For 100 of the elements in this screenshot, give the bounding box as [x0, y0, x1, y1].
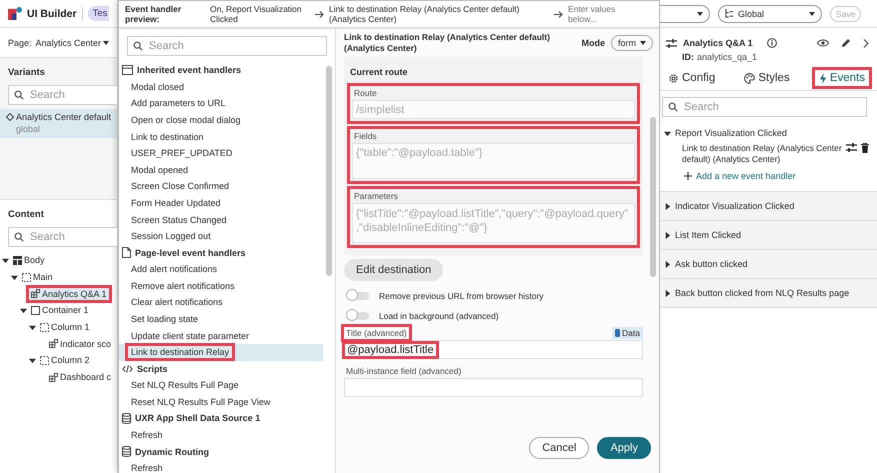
tree-item[interactable]: Body [11, 254, 47, 266]
plus-icon [684, 172, 692, 180]
handler-item[interactable]: Form Header Updated [119, 194, 323, 212]
tree-item[interactable]: Column 1 [38, 321, 92, 334]
data-tag[interactable]: Data [612, 327, 643, 339]
caret-down-icon[interactable] [11, 274, 18, 281]
tree-item[interactable]: Dashboard c [47, 371, 114, 384]
group-heading: Scripts [137, 364, 168, 374]
text-area[interactable]: {"table":"@payload.table"} [352, 143, 635, 179]
group-heading: UXR App Shell Data Source 1 [135, 413, 260, 424]
handler-item[interactable]: Modal opened [119, 161, 323, 178]
caret-down-icon [640, 40, 646, 44]
handler-item[interactable]: Remove alert notifications [119, 278, 323, 294]
event-name[interactable]: Indicator Visualization Clicked [675, 201, 794, 211]
handler-item[interactable]: Set loading state [119, 310, 323, 328]
scrollbar[interactable] [326, 66, 332, 276]
preview-step: Link to destination Relay (Analytics Center default) (Analytics Center) [329, 4, 549, 24]
handler-item[interactable]: Reset NLQ Results Full Page View [119, 394, 323, 410]
caret-down-icon[interactable] [29, 324, 36, 331]
handler-item[interactable]: Session Logged out [119, 228, 323, 244]
document-icon [122, 247, 131, 258]
toggle-switch[interactable] [347, 292, 369, 300]
mode-dropdown[interactable]: form [611, 34, 653, 50]
search-field[interactable]: Search [8, 85, 117, 105]
apply-button[interactable]: Apply [597, 437, 651, 459]
tree-item[interactable]: Column 2 [38, 354, 92, 366]
scope-dropdown[interactable]: Global [718, 4, 822, 22]
search-field[interactable]: Search [127, 36, 327, 56]
search-field[interactable]: Search [662, 97, 867, 117]
field-label: Parameters [353, 191, 399, 201]
handler-item[interactable]: Set NLQ Results Full Page [119, 377, 323, 394]
sliders-icon [666, 38, 677, 48]
sliders-icon[interactable] [846, 143, 857, 152]
event-name[interactable]: List Item Clicked [675, 230, 742, 240]
caret-right-icon[interactable] [664, 260, 671, 268]
dashed-square-icon [40, 322, 49, 332]
handler-item[interactable]: Update client state parameter [119, 327, 323, 344]
handler-item[interactable]: Refresh [119, 426, 323, 444]
cancel-button[interactable]: Cancel [529, 437, 590, 459]
preview-step: Enter values below... [568, 4, 638, 24]
event-handler[interactable]: Link to destination Relay (Analytics Center default) (Analytics Center) [682, 143, 842, 165]
text-field[interactable]: @payload.listTitle [344, 340, 643, 359]
handler-item[interactable]: Add alert notifications [119, 260, 323, 278]
handler-item[interactable]: Modal closed [119, 78, 323, 96]
workspace-label[interactable]: Tes [88, 6, 110, 21]
handler-item[interactable]: Add parameters to URL [119, 95, 323, 112]
toggle-label: Remove previous URL from browser history [379, 291, 544, 301]
variant-item[interactable]: Analytics Center default global [0, 109, 117, 138]
caret-down-icon[interactable] [20, 306, 27, 314]
caret-right-icon[interactable] [664, 232, 671, 238]
handler-item[interactable]: Screen Close Confirmed [119, 178, 323, 195]
dropdown[interactable] [660, 4, 710, 22]
caret-down-icon [809, 12, 815, 16]
handler-item[interactable]: Refresh [119, 460, 323, 473]
toggle-label: Load in background (advanced) [379, 311, 499, 321]
info-icon[interactable] [766, 38, 777, 48]
scrollbar[interactable] [650, 117, 656, 277]
handler-item[interactable]: Clear alert notifications [119, 294, 323, 311]
event-name[interactable]: Ask button clicked [675, 259, 748, 269]
page-dropdown[interactable]: Analytics Center [36, 38, 110, 48]
handler-item[interactable]: Open or close modal dialog [119, 112, 323, 128]
search-field[interactable]: Search [8, 227, 117, 247]
tree-item[interactable]: Analytics Q&A 1 [29, 288, 109, 300]
caret-down-icon[interactable] [664, 130, 671, 136]
tree-item[interactable]: Indicator sco [47, 338, 114, 350]
text-field[interactable]: /simplelist [352, 100, 635, 119]
text-area[interactable]: {"listTitle":"@payload.listTitle","query":"@payload.query","disableInlineEditing":"@"} [352, 203, 635, 243]
chevron-right-icon[interactable] [863, 38, 869, 48]
palette-icon [744, 72, 756, 84]
handler-item[interactable]: Link to destination [119, 128, 323, 145]
caret-right-icon[interactable] [664, 202, 671, 210]
search-icon [14, 232, 24, 242]
handler-item[interactable]: Link to destination Relay [119, 344, 323, 360]
tab[interactable]: Config [664, 70, 720, 86]
square-icon [31, 306, 40, 315]
tab[interactable]: Events [814, 70, 869, 86]
caret-down-icon[interactable] [29, 356, 36, 364]
section-title: Current route [350, 67, 409, 77]
add-handler-link[interactable]: Add a new event handler [684, 171, 796, 181]
tree-item[interactable]: Main [20, 271, 55, 284]
eye-icon[interactable] [817, 39, 829, 47]
edit-destination-button[interactable]: Edit destination [344, 259, 444, 281]
tree-item[interactable]: Container 1 [29, 304, 91, 316]
mode-label: Mode [582, 38, 605, 48]
event-name[interactable]: Report Visualization Clicked [675, 128, 787, 138]
trash-icon[interactable] [861, 143, 869, 153]
handler-item[interactable]: Screen Status Changed [119, 211, 323, 228]
section-title: Content [7, 208, 45, 222]
section-title: Variants [7, 66, 46, 80]
text-field[interactable] [344, 378, 643, 397]
tab[interactable]: Styles [740, 70, 794, 86]
handler-item[interactable]: USER_PREF_UPDATED [119, 144, 323, 162]
component-icon [49, 372, 58, 382]
toggle-switch[interactable] [347, 312, 369, 320]
component-icon [31, 289, 40, 298]
pencil-icon[interactable] [841, 38, 851, 48]
caret-down-icon[interactable] [2, 256, 9, 264]
search-icon [14, 90, 24, 100]
caret-down-icon [103, 40, 110, 44]
caret-right-icon[interactable] [664, 290, 671, 296]
